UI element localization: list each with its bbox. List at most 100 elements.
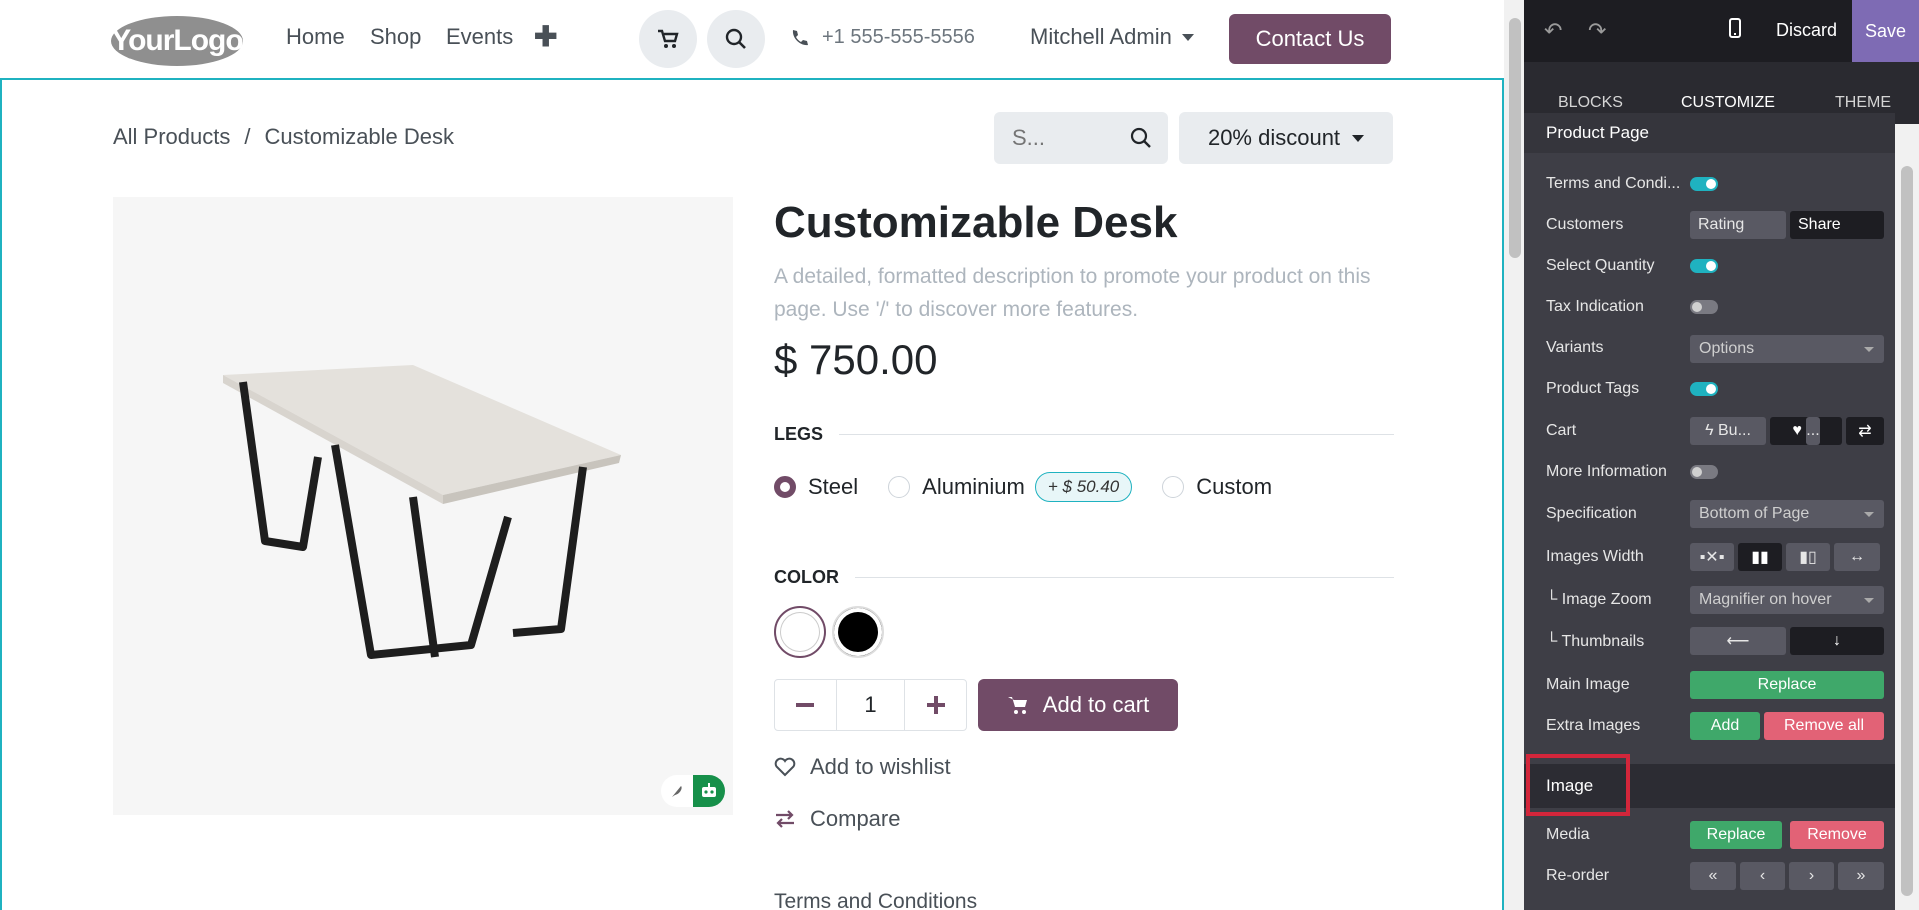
extra-images-add-button[interactable]: Add [1690, 712, 1760, 740]
undo-icon[interactable]: ↶ [1544, 18, 1562, 44]
contact-us-button[interactable]: Contact Us [1229, 14, 1391, 64]
media-remove-button[interactable]: Remove [1790, 821, 1884, 849]
chevron-down-icon [1864, 512, 1874, 517]
search-button[interactable] [707, 10, 765, 68]
images-width-100[interactable]: ↔ [1834, 543, 1880, 571]
images-width-none[interactable]: ▪✕▪ [1690, 543, 1734, 571]
option-terms-label: Terms and Condi... [1546, 175, 1681, 192]
section-product-page: Product Page [1524, 113, 1895, 153]
save-button[interactable]: Save [1852, 0, 1919, 62]
add-to-cart-button[interactable]: Add to cart [978, 679, 1178, 731]
tab-theme[interactable]: THEME [1835, 94, 1891, 112]
chevron-down-icon [1864, 347, 1874, 352]
terms-toggle[interactable] [1690, 177, 1718, 191]
extra-images-remove-all-button[interactable]: Remove all [1764, 712, 1884, 740]
option-aluminium-label[interactable]: Aluminium [922, 474, 1025, 500]
robot-icon[interactable] [693, 775, 725, 807]
image-zoom-select[interactable]: Magnifier on hover [1690, 586, 1884, 614]
variants-select[interactable]: Options [1690, 335, 1884, 363]
specification-select[interactable]: Bottom of Page [1690, 500, 1884, 528]
reorder-last-button[interactable]: » [1838, 862, 1884, 890]
radio-custom[interactable] [1162, 476, 1185, 498]
exchange-icon [776, 810, 794, 828]
add-to-cart-label: Add to cart [1042, 692, 1150, 717]
product-title[interactable]: Customizable Desk [774, 198, 1177, 248]
phone-text: +1 555-555-5556 [822, 26, 975, 48]
images-width-66[interactable]: ▮▯ [1786, 543, 1830, 571]
editor-scrollbar[interactable] [1895, 124, 1919, 910]
user-menu[interactable]: Mitchell Admin [1030, 24, 1194, 50]
radio-aluminium[interactable] [888, 476, 911, 498]
breadcrumb-current: Customizable Desk [264, 124, 455, 149]
redo-icon[interactable]: ↷ [1588, 18, 1606, 44]
chevron-down-icon [1181, 33, 1194, 41]
specification-select-value: Bottom of Page [1699, 505, 1810, 522]
nav-events[interactable]: Events [446, 24, 513, 50]
media-replace-button[interactable]: Replace [1690, 821, 1782, 849]
product-image[interactable] [113, 197, 733, 815]
media-buttons: Replace Remove [1690, 821, 1884, 849]
option-variants-label: Variants [1546, 339, 1604, 356]
phone-number[interactable]: +1 555-555-5556 [790, 26, 975, 49]
legs-label: LEGS [774, 424, 824, 444]
reorder-first-button[interactable]: « [1690, 862, 1736, 890]
option-extra-images-label: Extra Images [1546, 717, 1641, 734]
minus-icon[interactable] [775, 680, 837, 730]
select-quantity-toggle[interactable] [1690, 259, 1718, 273]
option-customers-label: Customers [1546, 216, 1624, 233]
breadcrumb: All Products / Customizable Desk [113, 124, 454, 150]
tab-blocks[interactable]: BLOCKS [1558, 94, 1623, 112]
highlight-box [1526, 754, 1630, 816]
feather-icon[interactable] [661, 775, 693, 807]
images-width-50[interactable]: ▮▮ [1738, 543, 1782, 571]
option-steel-label[interactable]: Steel [808, 474, 858, 500]
color-attribute-header: COLOR [774, 567, 1394, 588]
radio-steel[interactable] [774, 476, 796, 498]
product-description[interactable]: A detailed, formatted description to pro… [774, 260, 1414, 326]
product-search [994, 112, 1168, 164]
cart-icon [1007, 697, 1027, 714]
tab-customize[interactable]: CUSTOMIZE [1679, 94, 1777, 120]
customers-share-button[interactable]: Share [1790, 211, 1884, 239]
search-icon[interactable] [1130, 127, 1152, 149]
option-select-quantity-label: Select Quantity [1546, 257, 1655, 274]
search-icon [725, 28, 746, 49]
reorder-next-button[interactable]: › [1789, 862, 1834, 890]
variants-select-value: Options [1699, 340, 1755, 357]
thumbnails-bottom-button[interactable]: ↓ [1790, 627, 1884, 655]
nav-shop[interactable]: Shop [370, 24, 421, 50]
color-swatch-black[interactable] [832, 606, 884, 658]
reorder-prev-button[interactable]: ‹ [1740, 862, 1785, 890]
image-badges [661, 775, 725, 807]
nav-home[interactable]: Home [286, 24, 345, 50]
cart-buy-now-button[interactable]: ϟ Bu... [1690, 417, 1766, 445]
quantity-input[interactable]: 1 [837, 680, 905, 730]
add-to-wishlist-link[interactable]: Add to wishlist [774, 754, 951, 780]
cart-wish-label: ... [1806, 417, 1820, 445]
option-more-information-label: More Information [1546, 463, 1667, 480]
main-image-replace-button[interactable]: Replace [1690, 671, 1884, 699]
more-information-toggle[interactable] [1690, 465, 1718, 479]
cart-compare-button[interactable]: ⇄ [1846, 417, 1884, 445]
thumbnails-left-button[interactable]: ⟵ [1690, 627, 1786, 655]
option-custom-label[interactable]: Custom [1196, 474, 1272, 500]
discard-button[interactable]: Discard [1776, 20, 1837, 41]
add-menu-icon[interactable]: ✚ [534, 20, 557, 53]
pricelist-dropdown[interactable]: 20% discount [1179, 112, 1393, 164]
site-logo[interactable]: YourLogo [111, 16, 244, 66]
cart-wishlist-button[interactable]: ♥ ... [1770, 417, 1842, 445]
plus-icon[interactable] [904, 680, 966, 730]
mobile-preview-icon[interactable] [1729, 18, 1741, 44]
product-search-input[interactable] [1010, 124, 1110, 152]
product-tags-toggle[interactable] [1690, 382, 1718, 396]
color-swatch-white[interactable] [774, 606, 826, 658]
terms-link[interactable]: Terms and Conditions [774, 890, 977, 910]
compare-link[interactable]: Compare [774, 806, 900, 832]
website-scrollbar[interactable] [1504, 0, 1526, 910]
customers-rating-button[interactable]: Rating [1690, 211, 1786, 239]
breadcrumb-all-products[interactable]: All Products [113, 124, 230, 150]
extra-images-buttons: Add Remove all [1690, 712, 1884, 740]
chevron-down-icon [1864, 598, 1874, 603]
tax-indication-toggle[interactable] [1690, 300, 1718, 314]
cart-button[interactable] [639, 10, 697, 68]
